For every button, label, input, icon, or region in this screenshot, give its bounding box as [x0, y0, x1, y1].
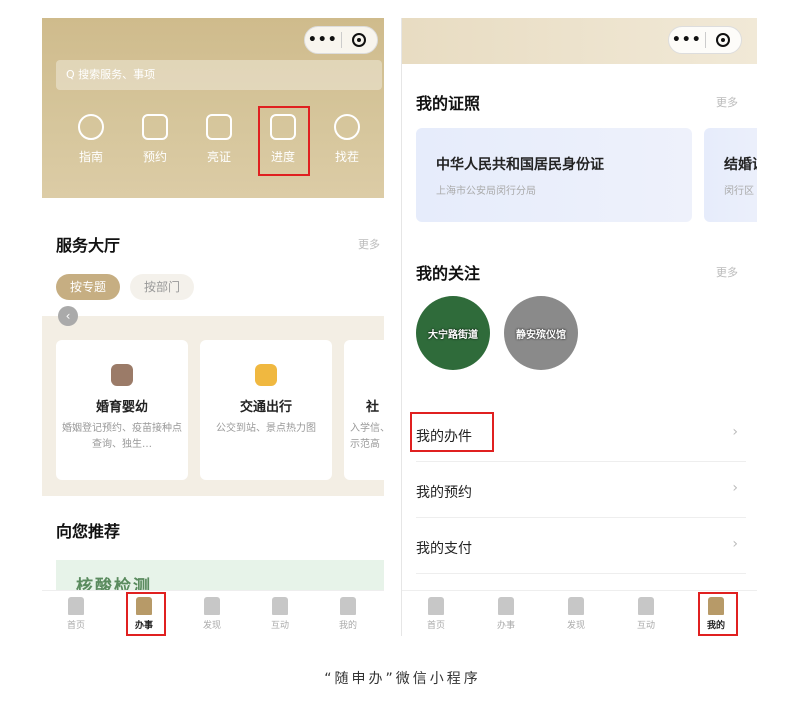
gauge-icon	[78, 114, 104, 140]
cert-title: 中华人民共和国居民身份证	[436, 157, 604, 173]
home-icon	[68, 597, 84, 615]
more-menu-icon[interactable]: •••	[669, 32, 705, 48]
brush-icon	[498, 597, 514, 615]
tab-label: 办事	[496, 621, 515, 631]
quick-action-label: 找茬	[334, 150, 359, 164]
card-icon	[206, 114, 232, 140]
more-menu-icon[interactable]: •••	[305, 32, 341, 48]
my-certificates-title: 我的证照	[416, 94, 481, 113]
search-input[interactable]: Q 搜索服务、事项	[56, 60, 382, 90]
cert-card-id[interactable]: 中华人民共和国居民身份证 上海市公安局闵行分局	[416, 128, 692, 222]
hands-icon	[272, 597, 288, 615]
mine-tab-highlight-box	[698, 592, 738, 636]
quick-action-guide[interactable]: 指南	[68, 114, 114, 165]
recommend-title: 向您推荐	[56, 522, 121, 541]
hands-icon	[638, 597, 654, 615]
chevron-right-icon: ›	[732, 536, 738, 552]
my-follows-title: 我的关注	[416, 264, 481, 283]
service-hall-title: 服务大厅	[56, 236, 121, 255]
chevron-right-icon: ›	[732, 480, 738, 496]
service-card-desc: 入学信、示范高	[350, 423, 384, 450]
follows-more-link[interactable]: 更多	[716, 264, 738, 280]
quick-action-appointment[interactable]: 预约	[132, 114, 178, 165]
user-icon	[340, 597, 356, 615]
miniprogram-capsule[interactable]: •••	[668, 26, 742, 54]
social-icon	[363, 364, 384, 386]
gate-icon	[568, 597, 584, 615]
row-label: 我的支付	[416, 541, 472, 557]
my-cases-highlight-box	[410, 412, 494, 452]
row-label: 我的预约	[416, 485, 472, 501]
row-my-appointments[interactable]: 我的预约 ›	[416, 462, 746, 518]
close-miniprogram-icon[interactable]	[342, 33, 378, 47]
cert-issuer: 上海市公安局闵行分局	[436, 186, 536, 197]
tab-by-department[interactable]: 按部门	[130, 274, 194, 300]
follow-daning-street-avatar[interactable]: 大宁路街道	[416, 296, 490, 370]
tab-home[interactable]: 首页	[56, 597, 96, 631]
scroll-left-icon[interactable]: ‹	[58, 306, 78, 326]
services-tab-highlight-box	[126, 592, 166, 636]
tab-interact[interactable]: 互动	[260, 597, 300, 631]
service-card-marriage[interactable]: 婚育婴幼 婚姻登记预约、疫苗接种点查询、独生…	[56, 340, 188, 480]
quick-action-label: 预约	[142, 150, 167, 164]
tab-interact[interactable]: 互动	[626, 597, 666, 631]
tab-label: 发现	[566, 621, 585, 631]
service-card-desc: 公交到站、景点热力图	[216, 423, 316, 434]
close-miniprogram-icon[interactable]	[706, 33, 742, 47]
service-hall-more-link[interactable]: 更多	[358, 236, 380, 252]
gate-icon	[204, 597, 220, 615]
cert-title: 结婚证	[724, 157, 757, 173]
service-card-social[interactable]: 社 入学信、示范高	[344, 340, 384, 480]
service-card-title: 社	[366, 400, 380, 415]
tab-label: 首页	[426, 621, 445, 631]
row-my-payments[interactable]: 我的支付 ›	[416, 518, 746, 574]
service-screen: ••• Q 搜索服务、事项 指南 预约 亮证 进度 找茬 服务大厅 更多 按专题…	[42, 18, 384, 636]
tab-label: 互动	[270, 621, 289, 631]
tab-services[interactable]: 办事	[486, 597, 526, 631]
tab-mine[interactable]: 我的	[328, 597, 368, 631]
follow-label: 静安殡仪馆	[516, 329, 566, 341]
quick-action-label: 亮证	[206, 150, 231, 164]
tab-label: 我的	[338, 621, 357, 631]
service-card-transport[interactable]: 交通出行 公交到站、景点热力图	[200, 340, 332, 480]
cert-issuer: 闵行区	[724, 186, 754, 197]
marriage-icon	[111, 364, 133, 386]
follow-label: 大宁路街道	[428, 329, 478, 341]
calendar-icon	[142, 114, 168, 140]
tab-by-topic[interactable]: 按专题	[56, 274, 120, 300]
progress-highlight-box	[258, 106, 310, 176]
figure-caption: “随申办”微信小程序	[324, 671, 481, 687]
tab-discover[interactable]: 发现	[192, 597, 232, 631]
tab-label: 发现	[202, 621, 221, 631]
tab-home[interactable]: 首页	[416, 597, 456, 631]
service-card-title: 交通出行	[239, 400, 292, 415]
home-icon	[428, 597, 444, 615]
quick-action-show-cert[interactable]: 亮证	[196, 114, 242, 165]
search-icon	[334, 114, 360, 140]
bottom-tab-bar: 首页 办事 发现 互动 我的	[42, 590, 384, 636]
service-card-title: 婚育婴幼	[95, 400, 148, 415]
quick-action-feedback[interactable]: 找茬	[324, 114, 370, 165]
quick-action-label: 指南	[78, 150, 103, 164]
service-card-desc: 婚姻登记预约、疫苗接种点查询、独生…	[62, 423, 182, 450]
miniprogram-capsule[interactable]: •••	[304, 26, 378, 54]
follow-jingan-funeral-avatar[interactable]: 静安殡仪馆	[504, 296, 578, 370]
transport-icon	[255, 364, 277, 386]
cert-card-marriage[interactable]: 结婚证 闵行区	[704, 128, 757, 222]
profile-screen: ••• 我的证照 更多 中华人民共和国居民身份证 上海市公安局闵行分局 结婚证 …	[401, 18, 757, 636]
chevron-right-icon: ›	[732, 424, 738, 440]
tab-label: 互动	[636, 621, 655, 631]
tab-discover[interactable]: 发现	[556, 597, 596, 631]
tab-label: 首页	[66, 621, 85, 631]
certificates-more-link[interactable]: 更多	[716, 94, 738, 110]
